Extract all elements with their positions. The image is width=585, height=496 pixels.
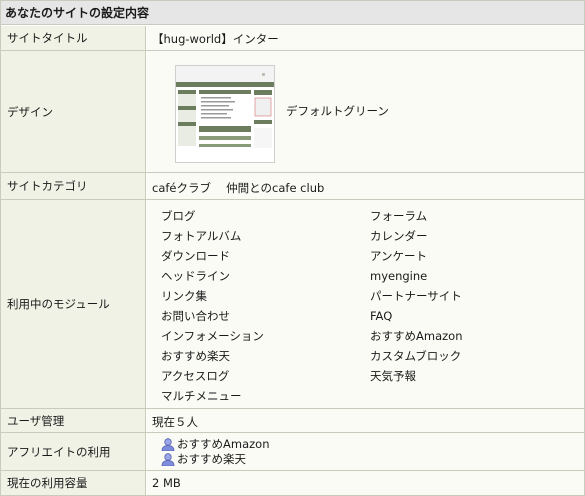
- site-title-value: 【hug-world】インター: [152, 32, 279, 46]
- panel-heading: あなたのサイトの設定内容: [1, 1, 584, 25]
- module-item: アンケート: [370, 249, 428, 263]
- site-title-row: サイトタイトル 【hug-world】インター: [1, 26, 584, 51]
- module-item: 天気予報: [370, 369, 416, 383]
- design-name: デフォルトグリーン: [286, 104, 389, 118]
- users-row: ユーザ管理 現在５人: [1, 409, 584, 433]
- users-value: 現在５人: [152, 415, 198, 429]
- affiliate-row: アフリエイトの利用 おすすめAmazon おすすめ楽天: [1, 433, 584, 471]
- module-item: パートナーサイト: [370, 289, 462, 303]
- module-item: ブログ: [161, 209, 196, 223]
- affiliate-label: アフリエイトの利用: [1, 433, 146, 470]
- svg-text:e: e: [262, 72, 265, 78]
- design-label: デザイン: [1, 51, 146, 172]
- capacity-cell: 2 MB: [147, 471, 584, 495]
- module-item: おすすめ楽天: [161, 349, 230, 363]
- site-settings-panel: あなたのサイトの設定内容 サイトタイトル 【hug-world】インター デザイ…: [0, 0, 585, 496]
- modules-row: 利用中のモジュール ブログ フォトアルバム ダウンロード ヘッドライン リンク集…: [1, 200, 584, 409]
- module-item: ダウンロード: [161, 249, 230, 263]
- module-item: アクセスログ: [161, 369, 230, 383]
- modules-label: 利用中のモジュール: [1, 200, 146, 408]
- module-item: カレンダー: [370, 229, 428, 243]
- affiliate-item-label: おすすめ楽天: [177, 452, 246, 466]
- capacity-label: 現在の利用容量: [1, 471, 146, 495]
- capacity-row: 現在の利用容量 2 MB: [1, 471, 584, 495]
- category-row: サイトカテゴリ caféクラブ 仲間とのcafe club: [1, 173, 584, 200]
- affiliate-item-label: おすすめAmazon: [177, 437, 270, 451]
- user-icon: [161, 453, 175, 466]
- module-item: ヘッドライン: [161, 269, 230, 283]
- users-label: ユーザ管理: [1, 409, 146, 432]
- design-cell: e デフォルトグリーン: [147, 51, 584, 172]
- users-cell: 現在５人: [147, 409, 584, 432]
- design-preview-image: e: [176, 66, 274, 162]
- site-title-cell: 【hug-world】インター: [147, 26, 584, 50]
- affiliate-item: おすすめ楽天: [161, 452, 246, 466]
- category-value: caféクラブ 仲間とのcafe club: [152, 181, 325, 195]
- module-item: フォーラム: [370, 209, 428, 223]
- design-thumbnail: e: [175, 65, 275, 163]
- module-item: リンク集: [161, 289, 207, 303]
- module-item: myengine: [370, 269, 428, 283]
- site-title-label: サイトタイトル: [1, 26, 146, 50]
- design-row: デザイン e デフォルトグリーン: [1, 51, 584, 173]
- modules-cell: ブログ フォトアルバム ダウンロード ヘッドライン リンク集 お問い合わせ イン…: [147, 200, 584, 408]
- module-item: マルチメニュー: [161, 389, 242, 403]
- affiliate-cell: おすすめAmazon おすすめ楽天: [147, 433, 584, 470]
- user-icon: [161, 438, 175, 451]
- module-item: インフォメーション: [161, 329, 264, 343]
- affiliate-item: おすすめAmazon: [161, 437, 269, 451]
- module-item: カスタムブロック: [370, 349, 462, 363]
- category-cell: caféクラブ 仲間とのcafe club: [147, 173, 584, 199]
- module-item: おすすめAmazon: [370, 329, 463, 343]
- category-label: サイトカテゴリ: [1, 173, 146, 199]
- capacity-value: 2 MB: [152, 476, 181, 490]
- module-item: FAQ: [370, 309, 393, 323]
- module-item: フォトアルバム: [161, 229, 242, 243]
- module-item: お問い合わせ: [161, 309, 230, 323]
